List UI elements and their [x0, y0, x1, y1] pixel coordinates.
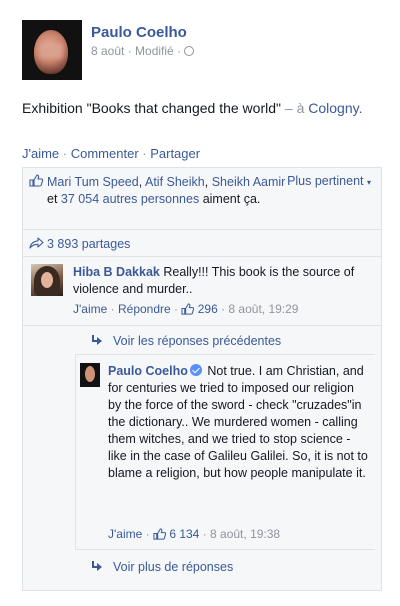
- post-text: Exhibition "Books that changed the world…: [22, 100, 362, 116]
- post-actions: J'aime · Commenter · Partager: [22, 146, 201, 161]
- reply-like-button[interactable]: J'aime: [108, 527, 142, 541]
- author-avatar[interactable]: [22, 20, 82, 80]
- facebook-post: Paulo Coelho 8 août · Modifié · Exhibiti…: [0, 0, 400, 606]
- reply-date[interactable]: 8 août, 19:38: [210, 527, 280, 541]
- likes-suffix: aiment ça.: [202, 192, 261, 206]
- post-meta: 8 août · Modifié ·: [91, 44, 195, 58]
- verified-badge-icon: [189, 364, 202, 376]
- share-icon: [29, 237, 44, 252]
- globe-icon: [184, 46, 195, 56]
- location-link[interactable]: Cologny.: [308, 100, 362, 116]
- liker-name[interactable]: Atif Sheikh: [145, 175, 205, 189]
- comment-like-count[interactable]: 296: [198, 302, 218, 316]
- reply-meta: J'aime · 6 134 · 8 août, 19:38: [108, 527, 281, 543]
- more-replies-label: Voir plus de réponses: [113, 560, 234, 574]
- previous-replies-link[interactable]: Voir les réponses précédentes: [91, 334, 281, 348]
- ufi-box: Mari Tum Speed, Atif Sheikh, Sheikh Aami…: [22, 167, 382, 591]
- shares-row: 3 893 partages: [23, 231, 381, 257]
- reply-text: Not true. I am Christian, and for centur…: [108, 364, 368, 480]
- comment-button[interactable]: Commenter: [71, 146, 139, 161]
- post-body: Exhibition "Books that changed the world…: [22, 100, 281, 116]
- reply-arrow-icon: [91, 561, 103, 571]
- likes-summary: Mari Tum Speed, Atif Sheikh, Sheikh Aami…: [47, 175, 286, 206]
- reply-arrow-icon: [91, 335, 103, 345]
- commenter-avatar[interactable]: [31, 264, 63, 296]
- likes-and: et: [47, 192, 58, 206]
- comment-like-button[interactable]: J'aime: [73, 302, 107, 316]
- share-button[interactable]: Partager: [150, 146, 200, 161]
- reply-author-name[interactable]: Paulo Coelho: [108, 364, 188, 378]
- liker-name[interactable]: Mari Tum Speed: [47, 175, 139, 189]
- location-separator: – à: [284, 100, 305, 116]
- caret-down-icon: ▾: [366, 178, 371, 187]
- thumbs-up-icon: [29, 174, 44, 190]
- likes-others-link[interactable]: 37 054 autres personnes: [61, 192, 199, 206]
- sort-label: Plus pertinent: [287, 174, 364, 188]
- like-button[interactable]: J'aime: [22, 146, 59, 161]
- post-author-name[interactable]: Paulo Coelho: [91, 24, 187, 41]
- comment-date[interactable]: 8 août, 19:29: [228, 302, 298, 316]
- commenter-name[interactable]: Hiba B Dakkak: [73, 265, 160, 279]
- avatar-face: [85, 366, 95, 382]
- avatar-face: [41, 272, 53, 288]
- reply-body: Paulo Coelho Not true. I am Christian, a…: [108, 363, 370, 482]
- comment-meta: J'aime · Répondre · 296 · 8 août, 19:29: [73, 302, 299, 318]
- post-edited[interactable]: Modifié: [135, 44, 174, 58]
- comment: Hiba B Dakkak Really!!! This book is the…: [23, 258, 381, 326]
- shares-count-link[interactable]: 3 893 partages: [47, 237, 130, 251]
- liker-name[interactable]: Sheikh Aamir: [212, 175, 286, 189]
- reply-like-count[interactable]: 6 134: [169, 527, 199, 541]
- thumbs-up-icon: [181, 303, 195, 318]
- likes-row: Mari Tum Speed, Atif Sheikh, Sheikh Aami…: [23, 168, 381, 230]
- more-replies-link[interactable]: Voir plus de réponses: [91, 560, 233, 574]
- sort-dropdown[interactable]: Plus pertinent ▾: [287, 174, 371, 188]
- reply: Paulo Coelho Not true. I am Christian, a…: [75, 354, 375, 550]
- post-date[interactable]: 8 août: [91, 44, 124, 58]
- previous-replies-label: Voir les réponses précédentes: [113, 334, 282, 348]
- avatar-blur: [40, 44, 62, 58]
- reply-author-avatar[interactable]: [80, 363, 100, 387]
- comment-body: Hiba B Dakkak Really!!! This book is the…: [73, 264, 373, 298]
- comment-reply-button[interactable]: Répondre: [118, 302, 171, 316]
- thumbs-up-icon: [153, 528, 167, 543]
